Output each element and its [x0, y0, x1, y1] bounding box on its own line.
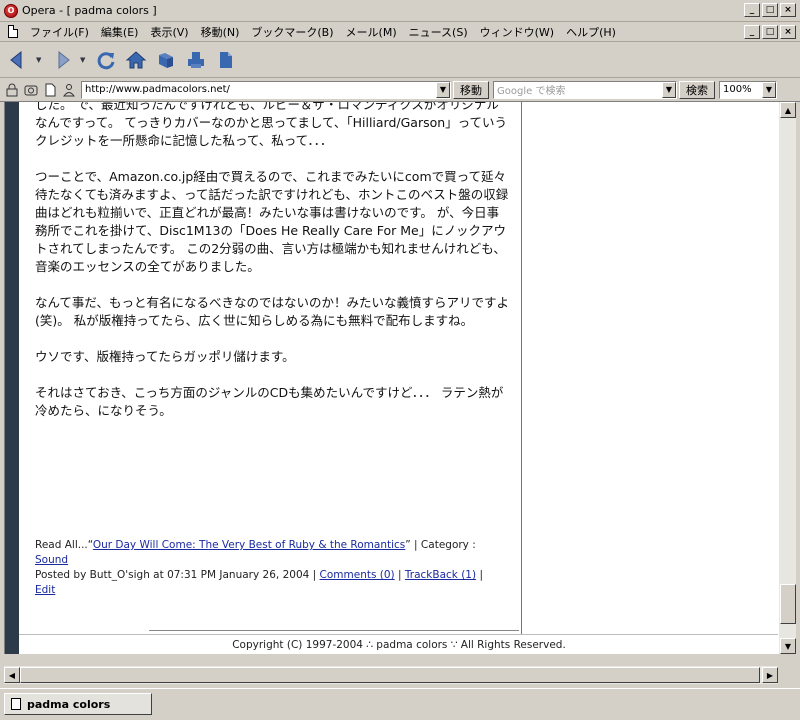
user-icon[interactable] — [61, 82, 77, 98]
print-button[interactable] — [184, 48, 208, 72]
minimize-button[interactable]: _ — [744, 3, 760, 17]
maximize-button[interactable]: □ — [762, 3, 778, 17]
tab-label: padma colors — [27, 697, 111, 711]
entry-divider — [149, 630, 519, 631]
menu-bookmarks[interactable]: ブックマーク(B) — [245, 24, 339, 40]
scroll-right-button[interactable]: ▶ — [762, 667, 778, 683]
doc-close-button[interactable]: × — [780, 25, 796, 39]
page-button[interactable] — [214, 48, 238, 72]
read-all-line: Read All...“Our Day Will Come: The Very … — [35, 538, 519, 553]
new-page-icon[interactable] — [42, 82, 58, 98]
category-link[interactable]: Sound — [35, 554, 68, 566]
menu-news[interactable]: ニュース(S) — [403, 24, 474, 40]
menu-navigate[interactable]: 移動(N) — [195, 24, 246, 40]
scroll-down-button[interactable]: ▼ — [780, 638, 796, 654]
entry-meta: Read All...“Our Day Will Come: The Very … — [35, 538, 519, 598]
navigation-toolbar: ▼ ▼ — [0, 42, 800, 78]
zoom-dropdown-icon[interactable]: ▼ — [762, 81, 776, 98]
forward-dropdown-icon[interactable]: ▼ — [80, 56, 88, 64]
tab-bar: padma colors — [0, 688, 800, 720]
scroll-left-button[interactable]: ◀ — [4, 667, 20, 683]
entry-paragraph: それはさておき、こっち方面のジャンルのCDも集めたいんですけど．．． ラテン熱が… — [35, 385, 504, 418]
opera-logo-icon: O — [4, 3, 18, 18]
posted-line: Posted by Butt_O'sigh at 07:31 PM Januar… — [35, 568, 519, 583]
search-placeholder: Google で検索 — [497, 86, 566, 97]
menu-mail[interactable]: メール(M) — [340, 24, 403, 40]
window-controls: _ □ × — [744, 3, 796, 17]
trackback-link[interactable]: TrackBack (1) — [405, 569, 476, 581]
blog-main-column: した。 で、最近知ったんですけれども、ルビー＆ザ・ロマンティクスがオリジナルなん… — [19, 102, 521, 634]
page-left-margin — [5, 102, 19, 634]
document-icon — [220, 51, 232, 68]
page-viewport: した。 で、最近知ったんですけれども、ルビー＆ザ・ロマンティクスがオリジナルなん… — [4, 102, 778, 654]
menu-file[interactable]: ファイル(F) — [24, 24, 95, 40]
menu-edit[interactable]: 編集(E) — [95, 24, 145, 40]
go-button[interactable]: 移動 — [453, 80, 489, 99]
close-button[interactable]: × — [780, 3, 796, 17]
cookie-icon[interactable] — [23, 82, 39, 98]
menu-view[interactable]: 表示(V) — [144, 24, 194, 40]
edit-link[interactable]: Edit — [35, 584, 55, 596]
search-dropdown-icon[interactable]: ▼ — [662, 81, 676, 98]
reload-button[interactable] — [94, 48, 118, 72]
address-bar: http://www.padmacolors.net/ ▼ 移動 Google … — [0, 78, 800, 102]
search-input[interactable]: Google で検索 ▼ — [493, 80, 677, 99]
comments-link[interactable]: Comments (0) — [320, 569, 395, 581]
zoom-value: 100% — [723, 84, 752, 95]
window-title: Opera - [ padma colors ] — [22, 4, 157, 17]
separator: | — [479, 569, 483, 581]
doc-minimize-button[interactable]: _ — [744, 25, 760, 39]
document-menu-icon[interactable] — [8, 25, 18, 38]
page-info-icons — [4, 82, 77, 98]
entry-paragraph: ウソです、版権持ってたらガッポリ儲けます。 — [35, 349, 295, 364]
lock-icon[interactable] — [4, 82, 20, 98]
menu-bar: ファイル(F) 編集(E) 表示(V) 移動(N) ブックマーク(B) メール(… — [0, 22, 800, 42]
home-button[interactable] — [124, 48, 148, 72]
horizontal-scroll-thumb[interactable] — [20, 667, 760, 683]
forward-button[interactable] — [50, 48, 74, 72]
home-icon — [125, 50, 147, 68]
hotlist-icon — [159, 52, 173, 68]
menu-window[interactable]: ウィンドウ(W) — [474, 24, 560, 40]
doc-restore-button[interactable]: □ — [762, 25, 778, 39]
separator: | — [398, 569, 402, 581]
posted-by-text: Posted by Butt_O'sigh at 07:31 PM Januar… — [35, 569, 317, 581]
entry-paragraph: なんて事だ、もっと有名になるべきなのではないのか！みたいな義憤すらアリですよ(笑… — [35, 295, 510, 328]
address-dropdown-icon[interactable]: ▼ — [436, 81, 450, 98]
entry-paragraph: した。 で、最近知ったんですけれども、ルビー＆ザ・ロマンティクスがオリジナルなん… — [35, 102, 508, 148]
read-all-suffix: ” | Category : — [405, 539, 476, 551]
document-window-controls: _ □ × — [744, 25, 796, 39]
vertical-scrollbar[interactable]: ▲ ▼ — [778, 102, 796, 654]
back-icon — [10, 50, 22, 69]
forward-icon — [58, 50, 70, 69]
book-title-link[interactable]: Our Day Will Come: The Very Best of Ruby… — [93, 539, 405, 551]
address-field[interactable]: http://www.padmacolors.net/ ▼ — [81, 80, 451, 99]
tab-padma-colors[interactable]: padma colors — [4, 693, 152, 715]
print-icon — [188, 51, 204, 68]
reload-icon — [97, 51, 115, 69]
back-button[interactable] — [6, 48, 30, 72]
horizontal-scrollbar[interactable]: ◀ ▶ — [4, 666, 778, 684]
hotlist-button[interactable] — [154, 48, 178, 72]
back-dropdown-icon[interactable]: ▼ — [36, 56, 44, 64]
vertical-scroll-thumb[interactable] — [780, 583, 796, 624]
page-icon — [11, 698, 21, 710]
search-button[interactable]: 検索 — [679, 80, 715, 99]
blog-entry-body: した。 で、最近知ったんですけれども、ルビー＆ザ・ロマンティクスがオリジナルなん… — [35, 102, 511, 438]
read-all-prefix: Read All...“ — [35, 539, 93, 551]
blog-sidebar — [521, 102, 778, 634]
menu-help[interactable]: ヘルプ(H) — [560, 24, 622, 40]
title-bar: O Opera - [ padma colors ] _ □ × — [0, 0, 800, 22]
zoom-select[interactable]: 100% ▼ — [719, 80, 777, 99]
scroll-up-button[interactable]: ▲ — [780, 102, 796, 118]
page-footer: Copyright (C) 1997-2004 ∴ padma colors ∵… — [19, 634, 778, 654]
entry-paragraph: つーことで、Amazon.co.jp経由で買えるので、これまでみたいにcomで買… — [35, 169, 509, 274]
address-url: http://www.padmacolors.net/ — [85, 84, 230, 95]
